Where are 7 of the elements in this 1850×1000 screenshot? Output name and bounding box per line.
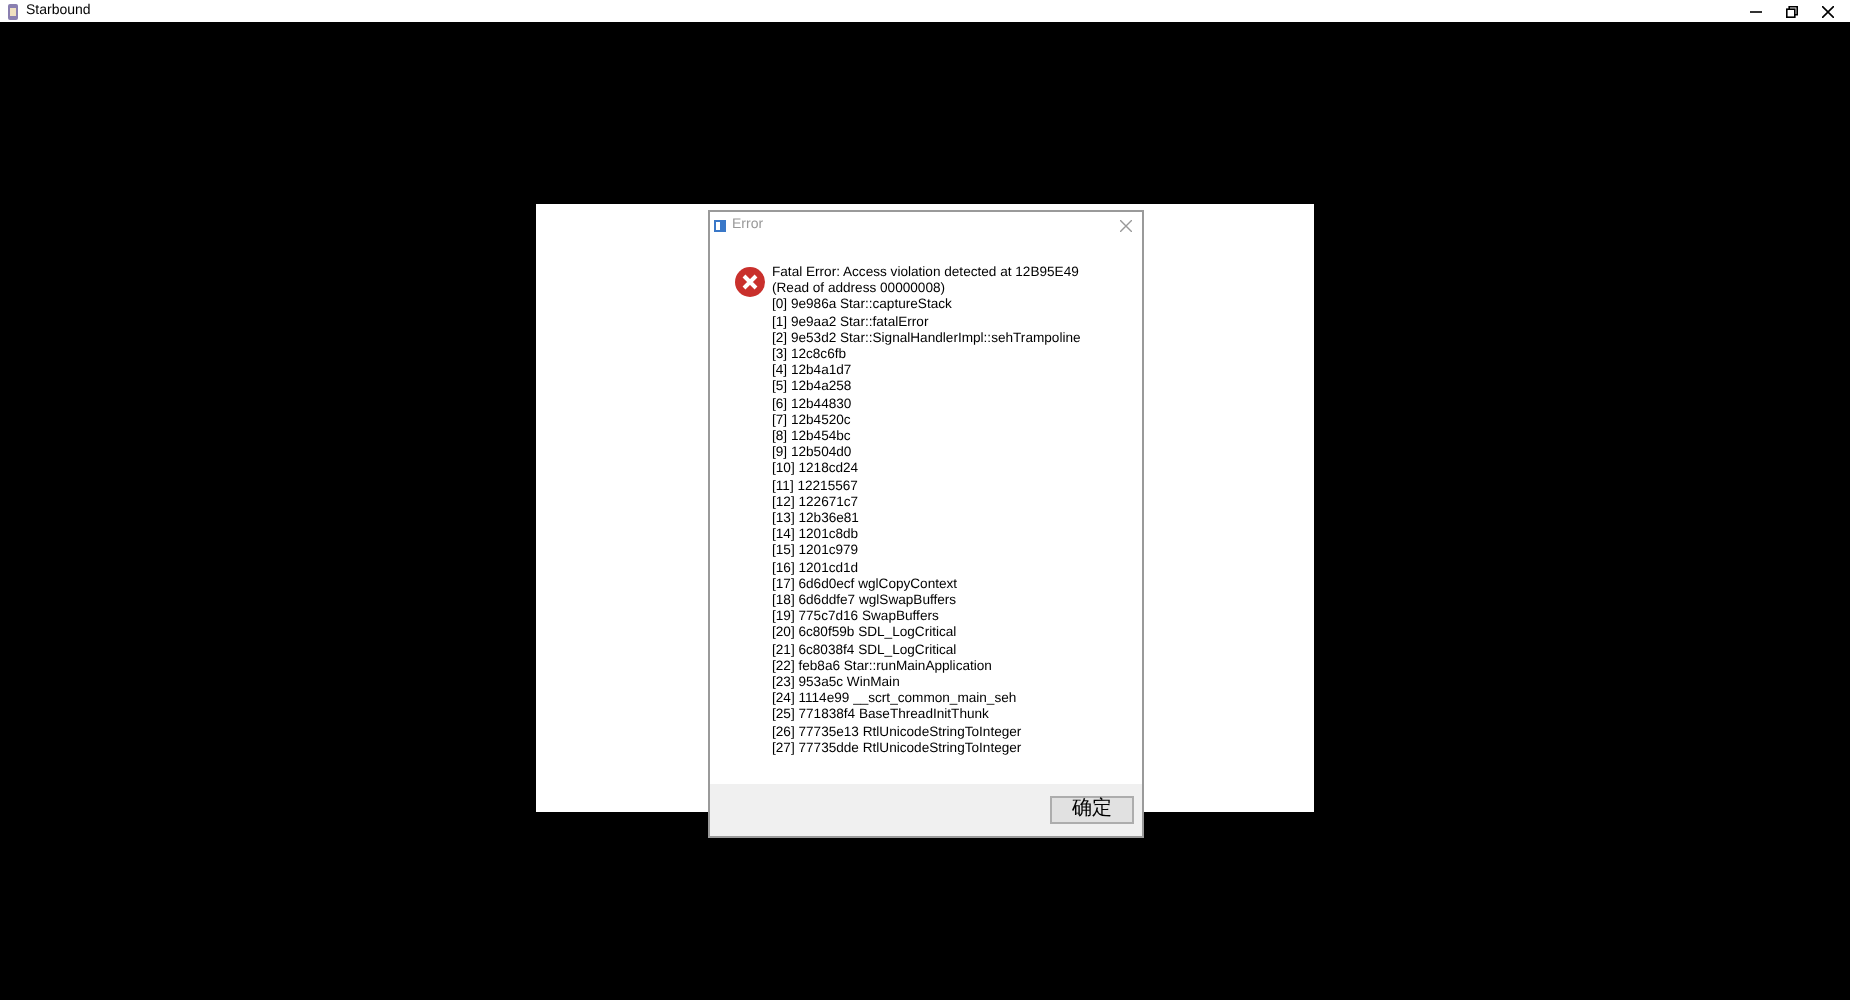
ok-button[interactable]: 确定 bbox=[1050, 796, 1134, 824]
minimize-icon[interactable] bbox=[1750, 5, 1762, 17]
error-icon bbox=[734, 266, 766, 298]
close-icon[interactable] bbox=[1822, 5, 1834, 17]
dialog-icon bbox=[714, 219, 726, 231]
app-icon bbox=[6, 3, 20, 19]
restore-icon[interactable] bbox=[1786, 5, 1798, 17]
